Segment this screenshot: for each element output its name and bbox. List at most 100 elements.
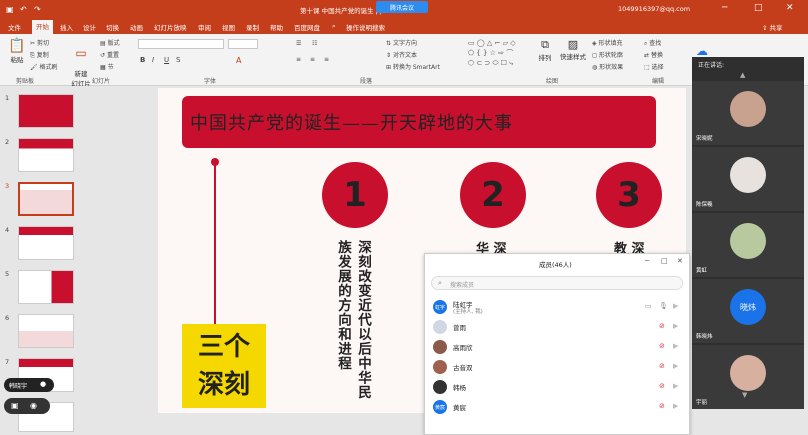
bullets-button[interactable]: ☰ xyxy=(296,40,301,47)
select-button[interactable]: ⬚ 选择 xyxy=(644,62,664,71)
tab-insert[interactable]: 插入 xyxy=(60,22,73,32)
minimize-icon[interactable]: ─ xyxy=(722,3,727,13)
tab-baidu[interactable]: 百度网盘 xyxy=(294,22,320,32)
member-row[interactable]: 高雨欣 ⊘ ▶ xyxy=(425,338,689,358)
participant-tile[interactable]: 宋晓妮 xyxy=(692,81,804,145)
slide-thumbnail[interactable] xyxy=(18,314,74,348)
copy-button[interactable]: ⎘ 复制 xyxy=(30,50,49,60)
slide-thumbnail[interactable] xyxy=(18,270,74,304)
chevron-down-icon[interactable]: ▼ xyxy=(742,391,747,399)
camera-off-icon[interactable]: ▶ xyxy=(673,382,678,390)
replace-button[interactable]: ⇄ 替换 xyxy=(644,50,663,59)
tab-slideshow[interactable]: 幻灯片放映 xyxy=(154,22,187,32)
find-button[interactable]: ⌕ 查找 xyxy=(644,38,661,48)
bold-button[interactable]: B xyxy=(140,56,145,64)
share-button[interactable]: ⇪ 共享 xyxy=(762,22,783,32)
group-clipboard: 剪贴板 xyxy=(16,78,35,85)
camera-icon[interactable]: ▶ xyxy=(673,302,678,310)
member-row[interactable]: 虹宇 陆虹宇 (主持人, 我) ▭ 🎙 ▶ xyxy=(425,298,689,318)
speaking-label: 正在讲话: xyxy=(698,62,725,69)
mic-icon[interactable]: ◉ xyxy=(30,401,37,410)
mic-muted-icon[interactable]: ⊘ xyxy=(659,322,665,330)
shape-outline-button[interactable]: ◻ 形状轮廓 xyxy=(592,50,623,59)
mic-muted-icon[interactable]: ⊘ xyxy=(659,382,665,390)
participant-tile[interactable]: 宇丽 xyxy=(692,345,804,409)
close-icon[interactable]: ✕ xyxy=(677,257,683,265)
search-icon[interactable]: ⌕ xyxy=(332,22,336,31)
layout-button[interactable]: ▤ 版式 xyxy=(100,38,120,47)
paste-button[interactable]: 📋 粘贴 xyxy=(6,38,28,64)
camera-off-icon[interactable]: ▶ xyxy=(673,342,678,350)
underline-button[interactable]: U xyxy=(164,56,169,64)
camera-off-icon[interactable]: ▶ xyxy=(673,402,678,410)
tab-help[interactable]: 帮助 xyxy=(270,22,283,32)
tab-review[interactable]: 审阅 xyxy=(198,22,211,32)
member-row[interactable]: 古音双 ⊘ ▶ xyxy=(425,358,689,378)
meeting-badge[interactable]: 腾讯会议 xyxy=(376,1,428,13)
participant-tile[interactable]: 陈保羲 xyxy=(692,147,804,211)
cut-button[interactable]: ✂ 剪切 xyxy=(30,38,49,47)
redo-icon[interactable]: ↷ xyxy=(34,5,41,14)
arrange-button[interactable]: ⧉ 排列 xyxy=(534,38,556,62)
speaker-indicator[interactable]: 韩晓宇 ● xyxy=(4,378,54,392)
tab-file[interactable]: 文件 xyxy=(8,22,21,32)
close-icon[interactable]: ✕ xyxy=(786,3,794,13)
align-left-button[interactable]: ≡ xyxy=(296,56,301,63)
format-painter-button[interactable]: 🖌 格式刷 xyxy=(30,62,58,71)
mic-icon[interactable]: 🎙 xyxy=(659,302,668,310)
save-icon[interactable]: ▣ xyxy=(6,5,14,14)
minimize-icon[interactable]: ─ xyxy=(645,257,649,265)
shapes-gallery[interactable]: ▭ ◯ △ ⌐ ▱ ◇ ⬠ { } ☆ ⇨ ⌒ ⬡ ⊂ ⊃ ⬭ ☐ ⤷ xyxy=(468,38,530,70)
member-search-input[interactable]: 搜索成员 xyxy=(450,280,474,289)
share-screen-icon[interactable]: ▭ xyxy=(645,302,652,310)
font-size-select[interactable] xyxy=(228,39,258,49)
member-row[interactable]: 黄宸 黄宸 ⊘ ▶ xyxy=(425,398,689,418)
account-label[interactable]: 1049916397@qq.com xyxy=(618,5,690,13)
align-text-button[interactable]: ⇕ 对齐文本 xyxy=(386,50,417,59)
member-row[interactable]: 曾雨 ⊘ ▶ xyxy=(425,318,689,338)
participant-tile[interactable]: 晓炜 韩晓炜 xyxy=(692,279,804,343)
mic-muted-icon[interactable]: ⊘ xyxy=(659,342,665,350)
mic-muted-icon[interactable]: ⊘ xyxy=(659,362,665,370)
avatar xyxy=(730,157,766,193)
shape-effects-button[interactable]: ◍ 形状效果 xyxy=(592,62,623,71)
participant-tile[interactable]: 黄虹 xyxy=(692,213,804,277)
shape-fill-button[interactable]: ◈ 形状填充 xyxy=(592,38,623,47)
maximize-icon[interactable]: □ xyxy=(661,257,668,265)
camera-off-icon[interactable]: ▶ xyxy=(673,362,678,370)
reset-button[interactable]: ↺ 重置 xyxy=(100,50,119,59)
quick-styles-icon: ▨ xyxy=(567,38,579,51)
font-family-select[interactable] xyxy=(138,39,224,49)
smartart-button[interactable]: ⊞ 转换为 SmartArt xyxy=(386,62,440,71)
font-color-button[interactable]: A xyxy=(236,56,241,65)
member-search-box[interactable]: ⌕ 搜索成员 xyxy=(431,276,683,290)
shadow-button[interactable]: S xyxy=(176,56,180,64)
tell-me-search[interactable]: 操作说明搜索 xyxy=(346,22,385,32)
tab-home[interactable]: 开始 xyxy=(32,20,53,34)
tab-record[interactable]: 录制 xyxy=(246,22,259,32)
member-row[interactable]: 韩杨 ⊘ ▶ xyxy=(425,378,689,398)
text-direction-button[interactable]: ⇅ 文字方向 xyxy=(386,38,417,47)
section-button[interactable]: ▦ 节 xyxy=(100,62,114,71)
tab-animations[interactable]: 动画 xyxy=(130,22,143,32)
align-center-button[interactable]: ≡ xyxy=(310,56,315,63)
slide-thumbnail[interactable] xyxy=(18,226,74,260)
undo-icon[interactable]: ↶ xyxy=(20,5,27,14)
numbering-button[interactable]: ☷ xyxy=(312,40,317,47)
italic-button[interactable]: I xyxy=(152,56,154,64)
tab-design[interactable]: 设计 xyxy=(83,22,96,32)
three-profound-box: 三个 深刻 xyxy=(182,324,266,408)
slide-thumbnail-selected[interactable] xyxy=(18,182,74,216)
baidu-cloud-icon[interactable]: ☁ xyxy=(696,44,708,58)
slide-thumbnail[interactable] xyxy=(18,94,74,128)
camera-icon[interactable]: ▣ xyxy=(11,401,19,410)
camera-off-icon[interactable]: ▶ xyxy=(673,322,678,330)
tab-view[interactable]: 视图 xyxy=(222,22,235,32)
maximize-icon[interactable]: □ xyxy=(754,3,763,13)
align-right-button[interactable]: ≡ xyxy=(324,56,329,63)
slide-thumbnail[interactable] xyxy=(18,138,74,172)
tab-transitions[interactable]: 切换 xyxy=(106,22,119,32)
mic-muted-icon[interactable]: ⊘ xyxy=(659,402,665,410)
chevron-up-icon[interactable]: ▲ xyxy=(740,71,745,79)
quick-styles-button[interactable]: ▨ 快速样式 xyxy=(558,38,588,61)
